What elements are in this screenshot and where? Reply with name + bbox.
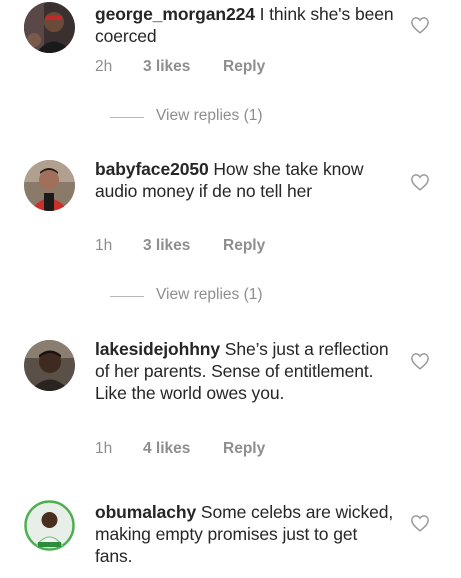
comment-meta: 1h 4 likes Reply	[95, 440, 265, 458]
comment-username[interactable]: obumalachy	[95, 502, 196, 522]
view-replies-divider	[110, 117, 144, 118]
view-replies-button[interactable]: View replies (1)	[0, 107, 461, 127]
comment-time: 1h	[95, 237, 113, 254]
comment-text: babyface2050 How she take know audio mon…	[95, 158, 395, 202]
view-replies-button[interactable]: View replies (1)	[0, 286, 461, 306]
comment-meta: 2h 3 likes Reply	[95, 58, 265, 76]
comment-time: 2h	[95, 58, 113, 75]
heart-icon[interactable]	[410, 16, 430, 34]
comment-username[interactable]: babyface2050	[95, 159, 209, 179]
reply-button[interactable]: Reply	[223, 237, 265, 255]
view-replies-label[interactable]: View replies (1)	[156, 286, 263, 304]
avatar[interactable]	[24, 340, 75, 391]
comment-meta: 1h 3 likes Reply	[95, 237, 265, 255]
view-replies-label[interactable]: View replies (1)	[156, 107, 263, 125]
heart-icon[interactable]	[410, 514, 430, 532]
avatar[interactable]	[24, 160, 75, 211]
view-replies-divider	[110, 296, 144, 297]
comment-username[interactable]: george_morgan224	[95, 4, 255, 24]
comment-text: george_morgan224 I think she's been coer…	[95, 3, 395, 47]
comment-username[interactable]: lakesidejohhny	[95, 339, 220, 359]
likes-button[interactable]: 3 likes	[143, 237, 223, 255]
likes-button[interactable]: 3 likes	[143, 58, 223, 76]
reply-button[interactable]: Reply	[223, 58, 265, 76]
comment-time: 1h	[95, 440, 113, 457]
heart-icon[interactable]	[410, 352, 430, 370]
comment-text: obumalachy Some celebs are wicked, makin…	[95, 501, 395, 567]
comment-text: lakesidejohhny She’s just a reflection o…	[95, 338, 395, 404]
heart-icon[interactable]	[410, 173, 430, 191]
likes-button[interactable]: 4 likes	[143, 440, 223, 458]
avatar[interactable]	[24, 500, 75, 551]
avatar[interactable]	[24, 2, 75, 53]
reply-button[interactable]: Reply	[223, 440, 265, 458]
